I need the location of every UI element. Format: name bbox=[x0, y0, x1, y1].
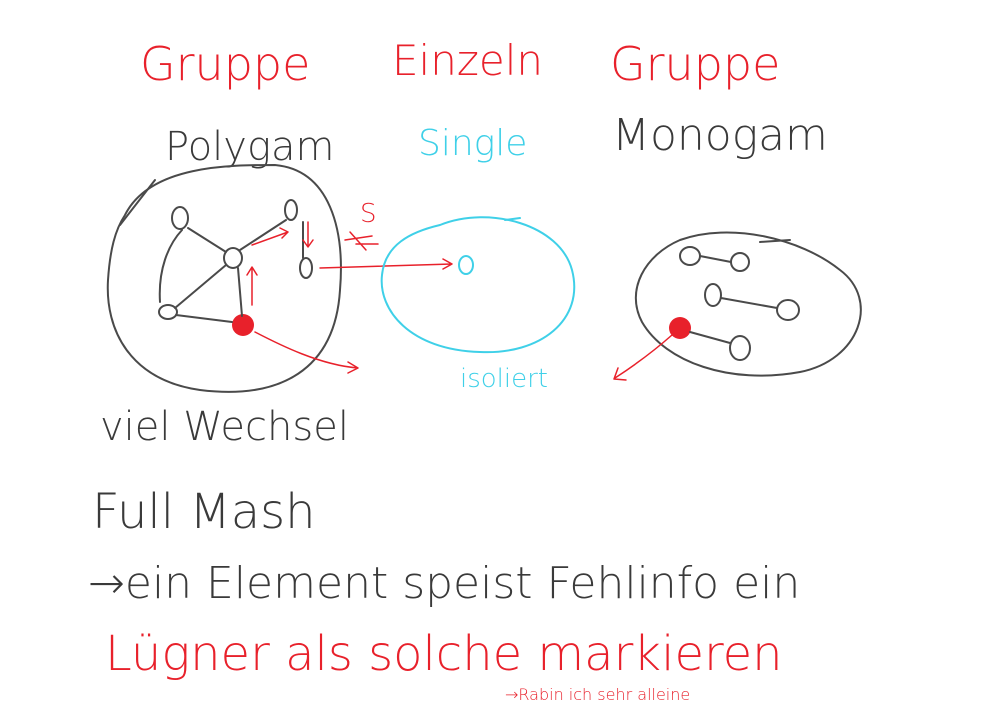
label-footnote: →Rabin ich sehr alleine bbox=[505, 685, 690, 704]
polygam-edge bbox=[187, 227, 227, 253]
label-viel-wechsel: viel Wechsel bbox=[100, 404, 349, 450]
label-luegner-line: Lügner als solche markieren bbox=[105, 626, 783, 682]
monogam-edge bbox=[689, 331, 731, 344]
monogam-node bbox=[679, 246, 701, 266]
monogam-node bbox=[730, 252, 750, 272]
monogam-edge bbox=[699, 255, 732, 263]
monogam-node bbox=[776, 299, 800, 321]
heading-gruppe-right: Gruppe bbox=[610, 37, 780, 91]
single-outline bbox=[380, 216, 576, 354]
crossed-mark bbox=[344, 231, 379, 251]
arrow-inner bbox=[302, 221, 314, 248]
monogam-node bbox=[729, 335, 751, 361]
label-monogam: Monogam bbox=[612, 110, 828, 161]
label-s-mark: S bbox=[360, 199, 377, 229]
label-polygam: Polygam bbox=[165, 124, 334, 170]
polygam-node bbox=[284, 199, 298, 221]
label-full-mesh: Full Mash bbox=[92, 484, 316, 540]
polygam-node bbox=[171, 206, 189, 230]
polygam-stroke-start bbox=[119, 179, 156, 226]
heading-einzeln: Einzeln bbox=[392, 36, 543, 85]
polygam-edge bbox=[237, 267, 243, 317]
arrow-inner bbox=[246, 266, 258, 306]
polygam-node bbox=[299, 257, 313, 279]
monogam-cluster bbox=[613, 231, 862, 381]
polygam-edge bbox=[175, 314, 233, 323]
single-cluster bbox=[380, 216, 576, 354]
polygam-edge bbox=[174, 264, 227, 309]
liar-node-red bbox=[232, 314, 254, 336]
label-element-line: →ein Element speist Fehlinfo ein bbox=[88, 558, 800, 609]
arrow-out-monogam bbox=[613, 334, 673, 381]
whiteboard-canvas: Gruppe Einzeln Gruppe Polygam Single Mon… bbox=[88, 36, 862, 704]
polygam-node bbox=[158, 304, 178, 320]
label-isoliert: isoliert bbox=[460, 364, 548, 394]
monogam-node bbox=[704, 283, 722, 307]
label-single: Single bbox=[418, 123, 527, 164]
monogam-edge bbox=[720, 297, 778, 309]
single-node bbox=[458, 255, 474, 275]
polygam-edge bbox=[158, 229, 183, 303]
polygam-cluster bbox=[106, 164, 359, 393]
heading-gruppe-left: Gruppe bbox=[140, 37, 310, 91]
single-outline-overlap bbox=[504, 217, 521, 221]
